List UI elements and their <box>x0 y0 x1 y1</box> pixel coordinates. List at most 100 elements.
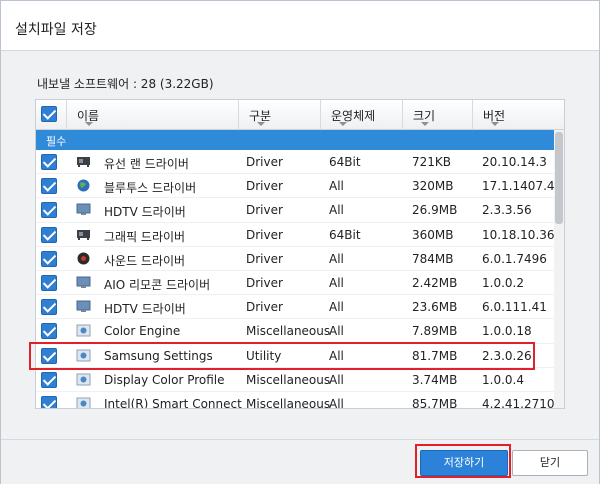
cell-name: Intel(R) Smart Connect <box>104 396 242 409</box>
cell-name: 사운드 드라이버 <box>104 253 186 268</box>
table-row[interactable]: 사운드 드라이버 Driver All 784MB 6.0.1.7496 <box>36 246 554 271</box>
row-checkbox[interactable] <box>41 323 57 340</box>
table-row[interactable]: HDTV 드라이버 Driver All 23.6MB 6.0.111.41 <box>36 295 554 320</box>
cell-name: 유선 랜 드라이버 <box>104 157 189 171</box>
dialog-body: 내보낼 소프트웨어 : 28 (3.22GB) 이름 구분 운영체제 크기 버전… <box>1 51 599 439</box>
sort-arrow-icon <box>339 122 347 126</box>
column-header-type[interactable]: 구분 <box>238 100 320 130</box>
row-checkbox[interactable] <box>41 202 57 219</box>
cell-version: 20.10.14.3 <box>482 155 547 169</box>
cell-type: Driver <box>246 203 283 218</box>
table-row[interactable]: Color Engine Miscellaneous All 7.89MB 1.0.0.… <box>36 319 554 344</box>
row-checkbox[interactable] <box>41 178 57 195</box>
cell-size: 320MB <box>412 179 454 194</box>
cell-os: All <box>329 275 344 290</box>
monitor-icon <box>76 276 91 289</box>
sort-arrow-icon <box>257 122 265 126</box>
row-checkbox[interactable] <box>41 299 57 316</box>
app-icon <box>76 324 91 337</box>
group-label: 필수 <box>46 135 67 148</box>
table-row[interactable]: 그래픽 드라이버 Driver 64Bit 360MB 10.18.10.36... <box>36 222 564 247</box>
graphics-card-icon <box>76 155 91 168</box>
cell-os: 64Bit <box>329 155 361 169</box>
cell-type: Miscellaneous <box>246 372 331 387</box>
cell-type: Driver <box>246 227 283 242</box>
table-header: 이름 구분 운영체제 크기 버전 <box>36 100 564 130</box>
cell-type: Miscellaneous <box>246 396 331 409</box>
cell-type: Driver <box>246 300 283 315</box>
cell-version: 10.18.10.36... <box>482 227 565 242</box>
monitor-icon <box>76 203 91 216</box>
cell-size: 7.89MB <box>412 324 458 339</box>
cell-size: 85.7MB <box>412 396 458 409</box>
cell-type: Driver <box>246 251 283 266</box>
window-title: 설치파일 저장 <box>15 22 97 38</box>
cell-os: 64Bit <box>329 227 361 242</box>
cell-os: All <box>329 300 344 315</box>
cell-name: HDTV 드라이버 <box>104 205 186 220</box>
cell-version: 6.0.111.41 <box>482 300 547 315</box>
cell-os: All <box>329 179 344 194</box>
monitor-icon <box>76 300 91 313</box>
cell-size: 360MB <box>412 227 454 242</box>
table-row[interactable]: AIO 리모콘 드라이버 Driver All 2.42MB 1.0.0.2 <box>36 270 554 296</box>
table-row[interactable]: Display Color Profile Miscellaneous All 3.7… <box>36 367 554 392</box>
cell-version: 6.0.1.7496 <box>482 251 547 266</box>
column-header-name[interactable]: 이름 <box>66 100 238 130</box>
table-row[interactable]: 유선 랜 드라이버 Driver 64Bit 721KB 20.10.14.3 <box>36 150 554 175</box>
cell-version: 1.0.0.2 <box>482 275 524 290</box>
cell-version: 1.0.0.18 <box>482 324 532 339</box>
sort-arrow-icon <box>491 122 499 126</box>
cell-version: 1.0.0.4 <box>482 372 524 387</box>
cell-os: All <box>329 372 344 387</box>
cell-os: All <box>329 396 344 409</box>
speaker-icon <box>76 252 91 265</box>
table-row[interactable]: HDTV 드라이버 Driver All 26.9MB 2.3.3.56 <box>36 198 554 223</box>
cell-type: Driver <box>246 275 283 290</box>
cell-version: 17.1.1407.4... <box>482 179 565 194</box>
title-bar: 설치파일 저장 <box>1 1 599 51</box>
cell-name: AIO 리모콘 드라이버 <box>104 277 211 292</box>
table-row[interactable]: 블루투스 드라이버 Driver All 320MB 17.1.1407.4... <box>36 174 564 199</box>
vertical-scrollbar[interactable] <box>554 130 564 408</box>
column-header-size[interactable]: 크기 <box>402 100 472 130</box>
scrollbar-thumb[interactable] <box>555 132 563 224</box>
sort-arrow-icon <box>85 122 93 126</box>
header-select-all-cell[interactable] <box>36 100 66 130</box>
export-summary: 내보낼 소프트웨어 : 28 (3.22GB) <box>37 77 214 91</box>
cell-size: 2.42MB <box>412 275 458 290</box>
row-checkbox[interactable] <box>41 274 57 291</box>
cell-size: 26.9MB <box>412 203 458 218</box>
cell-name: 블루투스 드라이버 <box>104 181 197 196</box>
cell-size: 3.74MB <box>412 372 458 387</box>
cell-type: Driver <box>246 179 283 194</box>
app-icon <box>76 373 91 386</box>
column-label: 운영체제 <box>331 109 376 123</box>
cell-size: 784MB <box>412 251 454 266</box>
cell-name: 그래픽 드라이버 <box>104 229 186 244</box>
app-icon <box>76 397 91 408</box>
cell-os: All <box>329 324 344 339</box>
cell-type: Miscellaneous <box>246 324 331 339</box>
row-checkbox[interactable] <box>41 371 57 388</box>
save-setup-files-dialog: 설치파일 저장 내보낼 소프트웨어 : 28 (3.22GB) 이름 구분 운영… <box>0 0 600 484</box>
cell-name: Color Engine <box>104 324 181 339</box>
table-rows: 유선 랜 드라이버 Driver 64Bit 721KB 20.10.14.3 블루투스 … <box>36 150 564 409</box>
select-all-checkbox[interactable] <box>41 106 57 122</box>
column-header-os[interactable]: 운영체제 <box>320 100 402 130</box>
globe-icon <box>76 179 91 192</box>
cell-version: 4.2.41.2710 <box>482 396 555 409</box>
cell-size: 23.6MB <box>412 300 458 315</box>
cell-type: Driver <box>246 155 283 169</box>
close-button[interactable]: 닫기 <box>512 450 588 476</box>
column-header-version[interactable]: 버전 <box>472 100 564 130</box>
cell-name: Display Color Profile <box>104 372 225 387</box>
row-checkbox[interactable] <box>41 154 57 170</box>
row-highlight-annotation <box>29 342 535 370</box>
row-checkbox[interactable] <box>41 395 57 408</box>
cell-size: 721KB <box>412 155 452 169</box>
row-checkbox[interactable] <box>41 226 57 243</box>
table-row[interactable]: Intel(R) Smart Connect Miscellaneous All 85… <box>36 391 555 409</box>
sort-arrow-icon <box>421 122 429 126</box>
row-checkbox[interactable] <box>41 250 57 267</box>
